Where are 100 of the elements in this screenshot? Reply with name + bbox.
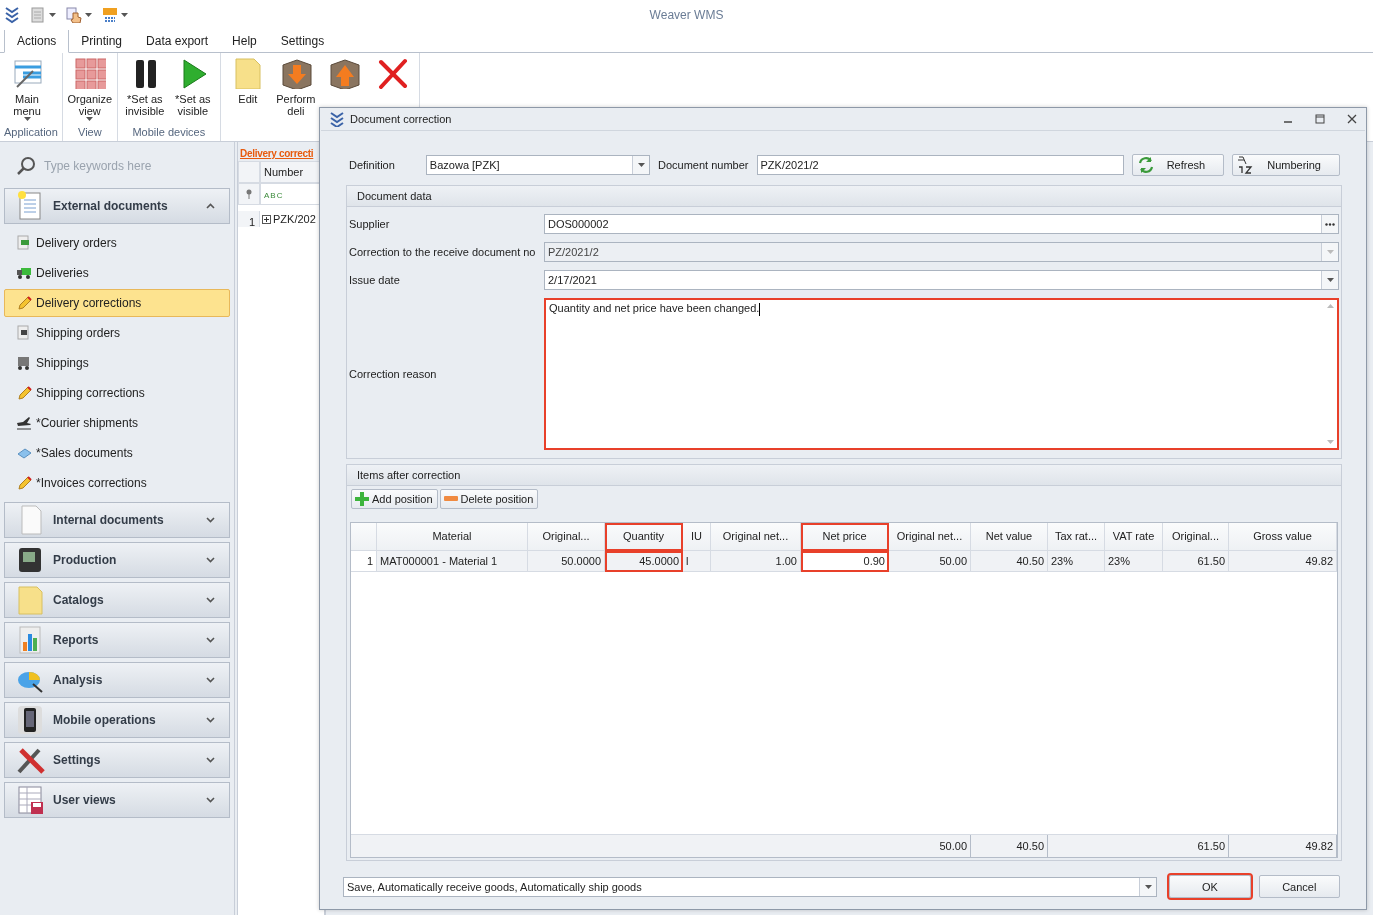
sidebar-item[interactable]: *Sales documents	[4, 439, 230, 467]
column-header[interactable]: Original net...	[889, 523, 971, 551]
ribbon-tab[interactable]: Settings	[268, 30, 337, 52]
sidebar-item[interactable]: Delivery corrections	[4, 289, 230, 317]
table-cell[interactable]: 49.82	[1229, 551, 1337, 572]
table-cell[interactable]: 61.50	[1163, 551, 1229, 572]
column-header[interactable]: Material	[377, 523, 528, 551]
column-header[interactable]: Original...	[1163, 523, 1229, 551]
table-cell[interactable]: 50.0000	[528, 551, 605, 572]
dropdown-field[interactable]: 2/17/2021	[544, 270, 1339, 290]
total-cell: 61.50	[1163, 835, 1229, 857]
section-header[interactable]: Settings	[4, 742, 230, 778]
dropdown-caret-icon	[23, 117, 31, 121]
ribbon-button[interactable]: Main menu	[4, 57, 50, 125]
ribbon-button[interactable]: *Set as visible	[169, 57, 216, 117]
ribbon-button[interactable]: *Set as invisible	[121, 57, 168, 117]
column-header[interactable]: Net price	[801, 523, 889, 551]
column-header[interactable]: Original...	[528, 523, 605, 551]
box-down-arrow-icon	[279, 57, 312, 89]
table-cell[interactable]: 23%	[1105, 551, 1163, 572]
ribbon-button[interactable]: Edit	[224, 57, 271, 105]
pencil-icon	[16, 295, 32, 311]
hand-pointer-icon[interactable]	[66, 7, 82, 23]
ribbon-button[interactable]: Organize view	[66, 57, 113, 125]
ellipsis-icon[interactable]	[1325, 222, 1335, 226]
sidebar-item[interactable]: Shipping corrections	[4, 379, 230, 407]
sidebar-item[interactable]: Deliveries	[4, 259, 230, 287]
cancel-button[interactable]: Cancel	[1258, 875, 1340, 898]
column-header[interactable]: Tax rat...	[1048, 523, 1105, 551]
table-cell[interactable]: 23%	[1048, 551, 1105, 572]
dropdown-caret-icon	[86, 117, 94, 121]
section-header[interactable]: Internal documents	[4, 502, 230, 538]
sidebar-item[interactable]: *Invoices corrections	[4, 469, 230, 497]
plus-icon	[354, 491, 370, 507]
table-cell[interactable]: 1.00	[711, 551, 801, 572]
maximize-icon[interactable]	[1314, 113, 1326, 125]
document-number-field[interactable]: PZK/2021/2	[756, 155, 1124, 175]
field-label: Supplier	[349, 218, 391, 230]
section-header[interactable]: Catalogs	[4, 582, 230, 618]
grid-corner	[351, 523, 377, 551]
expand-plus-icon[interactable]	[262, 214, 271, 224]
field-label: Definition	[349, 159, 395, 171]
dropdown-caret-icon[interactable]	[1144, 884, 1152, 889]
section-label: External documents	[53, 199, 169, 213]
section-label: Internal documents	[53, 513, 165, 527]
column-header[interactable]: Gross value	[1229, 523, 1337, 551]
toolbar-button[interactable]: Refresh	[1131, 154, 1225, 176]
row-number: 1	[238, 211, 260, 227]
lookup-field[interactable]: DOS000002	[544, 214, 1339, 234]
toolbar-button[interactable]: Delete position	[439, 489, 539, 509]
sidebar-item[interactable]: Shipping orders	[4, 319, 230, 347]
column-header[interactable]: Quantity	[605, 523, 683, 551]
section-label: Mobile operations	[53, 713, 157, 727]
close-icon[interactable]	[1346, 113, 1358, 125]
column-header[interactable]: VAT rate	[1105, 523, 1163, 551]
section-label: Settings	[53, 753, 102, 767]
table-cell[interactable]: MAT000001 - Material 1	[377, 551, 528, 572]
ribbon-button[interactable]: Perform deli	[272, 57, 319, 117]
toolbar-button[interactable]: Add position	[351, 489, 438, 509]
app-logo-icon	[4, 6, 20, 24]
definition-field[interactable]: Bazowa [PZK]	[425, 155, 651, 175]
ribbon-tab[interactable]: Data export	[134, 30, 221, 52]
section-header[interactable]: Mobile operations	[4, 702, 230, 738]
dropdown-caret-icon	[49, 13, 56, 17]
sidebar-item[interactable]: Delivery orders	[4, 229, 230, 257]
section-header[interactable]: External documents	[4, 188, 230, 224]
column-header[interactable]: IU	[683, 523, 711, 551]
ok-button[interactable]: OK	[1169, 875, 1251, 898]
sidebar-item[interactable]: *Courier shipments	[4, 409, 230, 437]
refresh-icon	[1136, 156, 1155, 174]
section-header[interactable]: User views	[4, 782, 230, 818]
column-header[interactable]: Net value	[971, 523, 1048, 551]
table-cell[interactable]: l	[683, 551, 711, 572]
ribbon-tab[interactable]: Help	[220, 30, 269, 52]
window-pen-icon	[11, 57, 43, 89]
toolbar-button[interactable]: Numbering	[1232, 154, 1340, 176]
ribbon-tab[interactable]: Actions	[4, 29, 70, 53]
phone-icon	[15, 704, 45, 736]
column-header[interactable]: Original net...	[711, 523, 801, 551]
section-label: User views	[53, 793, 117, 807]
dropdown-caret-icon[interactable]	[637, 163, 645, 167]
dropdown-caret-icon	[121, 13, 128, 17]
section-header[interactable]: Analysis	[4, 662, 230, 698]
table-cell[interactable]: 0.90	[801, 551, 889, 572]
ribbon-group-label: View	[77, 126, 103, 140]
airplane-icon	[16, 415, 32, 431]
table-cell[interactable]: 45.0000	[605, 551, 683, 572]
sidebar-item[interactable]: Shippings	[4, 349, 230, 377]
section-header[interactable]: Production	[4, 542, 230, 578]
dropdown-caret-icon[interactable]	[1326, 278, 1334, 282]
action-dropdown[interactable]: Save, Automatically receive goods, Automatically ship goods	[343, 876, 1158, 897]
total-cell: 50.00	[889, 835, 971, 857]
table-cell[interactable]: 40.50	[971, 551, 1048, 572]
section-label: Catalogs	[53, 593, 105, 607]
ribbon-tab[interactable]: Printing	[69, 30, 135, 52]
dialog-title: Document correction	[350, 113, 453, 125]
pin-icon	[245, 189, 253, 199]
table-cell[interactable]: 50.00	[889, 551, 971, 572]
section-header[interactable]: Reports	[4, 622, 230, 658]
search-field[interactable]: Type keywords here	[42, 158, 216, 174]
